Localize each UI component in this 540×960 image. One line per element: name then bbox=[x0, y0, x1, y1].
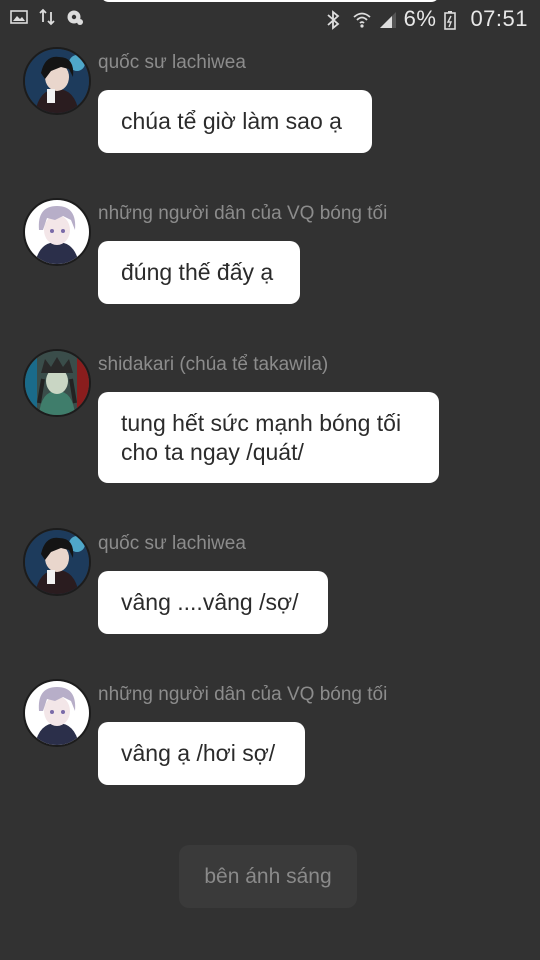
sender-name: những người dân của VQ bóng tối bbox=[98, 203, 388, 224]
silver-haired-avatar[interactable] bbox=[23, 198, 91, 266]
data-transfer-icon bbox=[38, 8, 56, 26]
message-bubble[interactable]: đúng thế đấy ạ bbox=[98, 241, 300, 304]
sender-name: những người dân của VQ bóng tối bbox=[98, 684, 388, 705]
message-bubble[interactable]: chúa tể giờ làm sao ạ bbox=[98, 90, 372, 153]
dark-haired-avatar[interactable] bbox=[23, 528, 91, 596]
wifi-icon bbox=[352, 10, 371, 28]
battery-percent: 6% bbox=[403, 6, 437, 31]
message-bubble[interactable]: vâng ....vâng /sợ/ bbox=[98, 571, 328, 634]
silver-haired-avatar[interactable] bbox=[23, 679, 91, 747]
status-bar: 6% 07:51 bbox=[0, 0, 540, 36]
message-text-line: cho ta ngay /quát/ bbox=[121, 439, 304, 465]
bluetooth-icon bbox=[326, 10, 344, 30]
message-text: đúng thế đấy ạ bbox=[121, 259, 274, 285]
image-icon bbox=[10, 8, 28, 26]
choice-button-light-side[interactable]: bên ánh sáng bbox=[179, 845, 357, 908]
signal-icon bbox=[378, 10, 396, 28]
sync-settings-icon bbox=[66, 8, 84, 26]
crowned-avatar[interactable] bbox=[23, 349, 91, 417]
message-bubble[interactable]: tung hết sức mạnh bóng tối cho ta ngay /… bbox=[98, 392, 439, 483]
message-text: vâng ạ /hơi sợ/ bbox=[121, 740, 276, 766]
message-bubble[interactable]: vâng ạ /hơi sợ/ bbox=[98, 722, 305, 785]
battery-icon bbox=[444, 10, 462, 30]
message-text-line: tung hết sức mạnh bóng tối bbox=[121, 410, 402, 436]
message-text: vâng ....vâng /sợ/ bbox=[121, 589, 299, 615]
dark-haired-avatar[interactable] bbox=[23, 47, 91, 115]
message-text: chúa tể giờ làm sao ạ bbox=[121, 108, 342, 134]
sender-name: quốc sư lachiwea bbox=[98, 52, 246, 73]
clock: 07:51 bbox=[470, 6, 528, 31]
sender-name: shidakari (chúa tể takawila) bbox=[98, 354, 329, 375]
sender-name: quốc sư lachiwea bbox=[98, 533, 246, 554]
